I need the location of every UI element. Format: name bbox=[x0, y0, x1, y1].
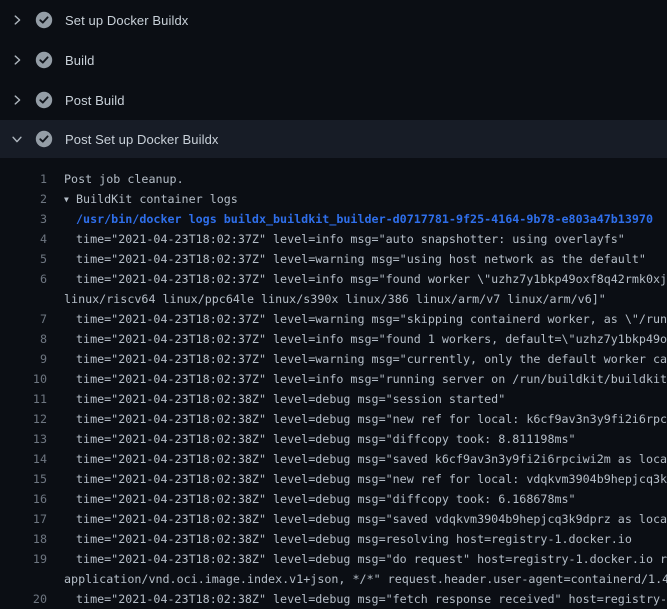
log-line: 10 time="2021-04-23T18:02:37Z" level=info… bbox=[0, 369, 667, 389]
log-text: time="2021-04-23T18:02:38Z" level=debug … bbox=[76, 429, 576, 449]
check-circle-icon bbox=[35, 130, 53, 148]
log-viewer: 1 Post job cleanup. 2 ▼BuildKit container l… bbox=[0, 158, 667, 609]
log-text: time="2021-04-23T18:02:38Z" level=debug … bbox=[76, 509, 667, 529]
log-text: time="2021-04-23T18:02:38Z" level=debug … bbox=[76, 469, 667, 489]
log-line: 18 time="2021-04-23T18:02:38Z" level=debu… bbox=[0, 529, 667, 549]
log-line-continuation: linux/riscv64 linux/ppc64le linux/s390x … bbox=[0, 289, 667, 309]
chevron-right-icon[interactable] bbox=[9, 12, 25, 28]
step-row-post-build[interactable]: Post Build bbox=[0, 80, 667, 120]
log-line-number[interactable]: 9 bbox=[0, 349, 47, 369]
step-row-post-setup-docker-buildx[interactable]: Post Set up Docker Buildx bbox=[0, 120, 667, 158]
log-line-number bbox=[0, 289, 47, 309]
log-line: 12 time="2021-04-23T18:02:38Z" level=debu… bbox=[0, 409, 667, 429]
step-label: Post Set up Docker Buildx bbox=[65, 132, 219, 147]
log-line-number[interactable]: 17 bbox=[0, 509, 47, 529]
log-line-number[interactable]: 14 bbox=[0, 449, 47, 469]
log-line-number bbox=[0, 569, 47, 589]
log-text: time="2021-04-23T18:02:38Z" level=debug … bbox=[76, 489, 576, 509]
log-line: 20 time="2021-04-23T18:02:38Z" level=debu… bbox=[0, 589, 667, 609]
log-line: 4 time="2021-04-23T18:02:37Z" level=info … bbox=[0, 229, 667, 249]
log-line: 6 time="2021-04-23T18:02:37Z" level=info … bbox=[0, 269, 667, 289]
log-line-number[interactable]: 12 bbox=[0, 409, 47, 429]
log-text: time="2021-04-23T18:02:38Z" level=debug … bbox=[76, 529, 632, 549]
log-text: time="2021-04-23T18:02:38Z" level=debug … bbox=[76, 449, 667, 469]
log-line-number[interactable]: 19 bbox=[0, 549, 47, 569]
log-text: time="2021-04-23T18:02:37Z" level=info m… bbox=[76, 229, 625, 249]
log-line: 3/usr/bin/docker logs buildx_buildkit_bu… bbox=[0, 209, 667, 229]
log-text: time="2021-04-23T18:02:37Z" level=info m… bbox=[76, 369, 667, 389]
log-text: time="2021-04-23T18:02:37Z" level=info m… bbox=[76, 269, 667, 289]
log-command-text: /usr/bin/docker logs buildx_buildkit_bui… bbox=[76, 209, 653, 229]
check-circle-icon bbox=[35, 51, 53, 69]
log-line: 19 time="2021-04-23T18:02:38Z" level=debu… bbox=[0, 549, 667, 569]
step-row-build[interactable]: Build bbox=[0, 40, 667, 80]
log-line-number[interactable]: 13 bbox=[0, 429, 47, 449]
log-line-number[interactable]: 2 bbox=[0, 189, 47, 209]
chevron-right-icon[interactable] bbox=[9, 52, 25, 68]
log-text: ▼BuildKit container logs bbox=[64, 189, 238, 209]
log-line-number[interactable]: 10 bbox=[0, 369, 47, 389]
log-line: 15 time="2021-04-23T18:02:38Z" level=debu… bbox=[0, 469, 667, 489]
log-line-number[interactable]: 18 bbox=[0, 529, 47, 549]
log-text: Post job cleanup. bbox=[64, 169, 184, 189]
chevron-right-icon[interactable] bbox=[9, 92, 25, 108]
log-line: 5 time="2021-04-23T18:02:37Z" level=warni… bbox=[0, 249, 667, 269]
log-line: 16 time="2021-04-23T18:02:38Z" level=debu… bbox=[0, 489, 667, 509]
log-line: 11 time="2021-04-23T18:02:38Z" level=debu… bbox=[0, 389, 667, 409]
log-line: 2 ▼BuildKit container logs bbox=[0, 189, 667, 209]
log-line: 8 time="2021-04-23T18:02:37Z" level=info … bbox=[0, 329, 667, 349]
log-line-continuation: application/vnd.oci.image.index.v1+json,… bbox=[0, 569, 667, 589]
step-label: Build bbox=[65, 53, 94, 68]
log-line-number[interactable]: 6 bbox=[0, 269, 47, 289]
log-line-number[interactable]: 1 bbox=[0, 169, 47, 189]
check-circle-icon bbox=[35, 11, 53, 29]
check-circle-icon bbox=[35, 91, 53, 109]
chevron-down-icon[interactable] bbox=[9, 131, 25, 147]
log-group-title[interactable]: BuildKit container logs bbox=[76, 192, 238, 206]
log-line-number[interactable]: 5 bbox=[0, 249, 47, 269]
log-text: application/vnd.oci.image.index.v1+json,… bbox=[64, 569, 667, 589]
log-text: time="2021-04-23T18:02:37Z" level=warnin… bbox=[76, 309, 667, 329]
log-text: time="2021-04-23T18:02:38Z" level=debug … bbox=[76, 549, 667, 569]
log-line-number[interactable]: 8 bbox=[0, 329, 47, 349]
step-row-setup-docker-buildx[interactable]: Set up Docker Buildx bbox=[0, 0, 667, 40]
collapse-triangle-icon[interactable]: ▼ bbox=[64, 190, 76, 210]
log-text: time="2021-04-23T18:02:37Z" level=warnin… bbox=[76, 349, 667, 369]
log-line-number[interactable]: 16 bbox=[0, 489, 47, 509]
log-line: 1 Post job cleanup. bbox=[0, 169, 667, 189]
log-line: 17 time="2021-04-23T18:02:38Z" level=debu… bbox=[0, 509, 667, 529]
log-line-number[interactable]: 4 bbox=[0, 229, 47, 249]
log-line: 14 time="2021-04-23T18:02:38Z" level=debu… bbox=[0, 449, 667, 469]
log-line-number[interactable]: 15 bbox=[0, 469, 47, 489]
log-text: linux/riscv64 linux/ppc64le linux/s390x … bbox=[64, 289, 606, 309]
log-text: time="2021-04-23T18:02:37Z" level=warnin… bbox=[76, 249, 646, 269]
step-label: Post Build bbox=[65, 93, 125, 108]
log-line: 7 time="2021-04-23T18:02:37Z" level=warni… bbox=[0, 309, 667, 329]
log-text: time="2021-04-23T18:02:38Z" level=debug … bbox=[76, 409, 667, 429]
log-line: 13 time="2021-04-23T18:02:38Z" level=debu… bbox=[0, 429, 667, 449]
steps-list: Set up Docker Buildx Build Post Build Po… bbox=[0, 0, 667, 158]
log-line-number[interactable]: 7 bbox=[0, 309, 47, 329]
log-text: time="2021-04-23T18:02:38Z" level=debug … bbox=[76, 589, 667, 609]
log-text: time="2021-04-23T18:02:38Z" level=debug … bbox=[76, 389, 505, 409]
log-text: time="2021-04-23T18:02:37Z" level=info m… bbox=[76, 329, 667, 349]
log-line: 9 time="2021-04-23T18:02:37Z" level=warni… bbox=[0, 349, 667, 369]
step-label: Set up Docker Buildx bbox=[65, 13, 188, 28]
log-line-number[interactable]: 3 bbox=[0, 209, 47, 229]
log-line-number[interactable]: 20 bbox=[0, 589, 47, 609]
log-line-number[interactable]: 11 bbox=[0, 389, 47, 409]
